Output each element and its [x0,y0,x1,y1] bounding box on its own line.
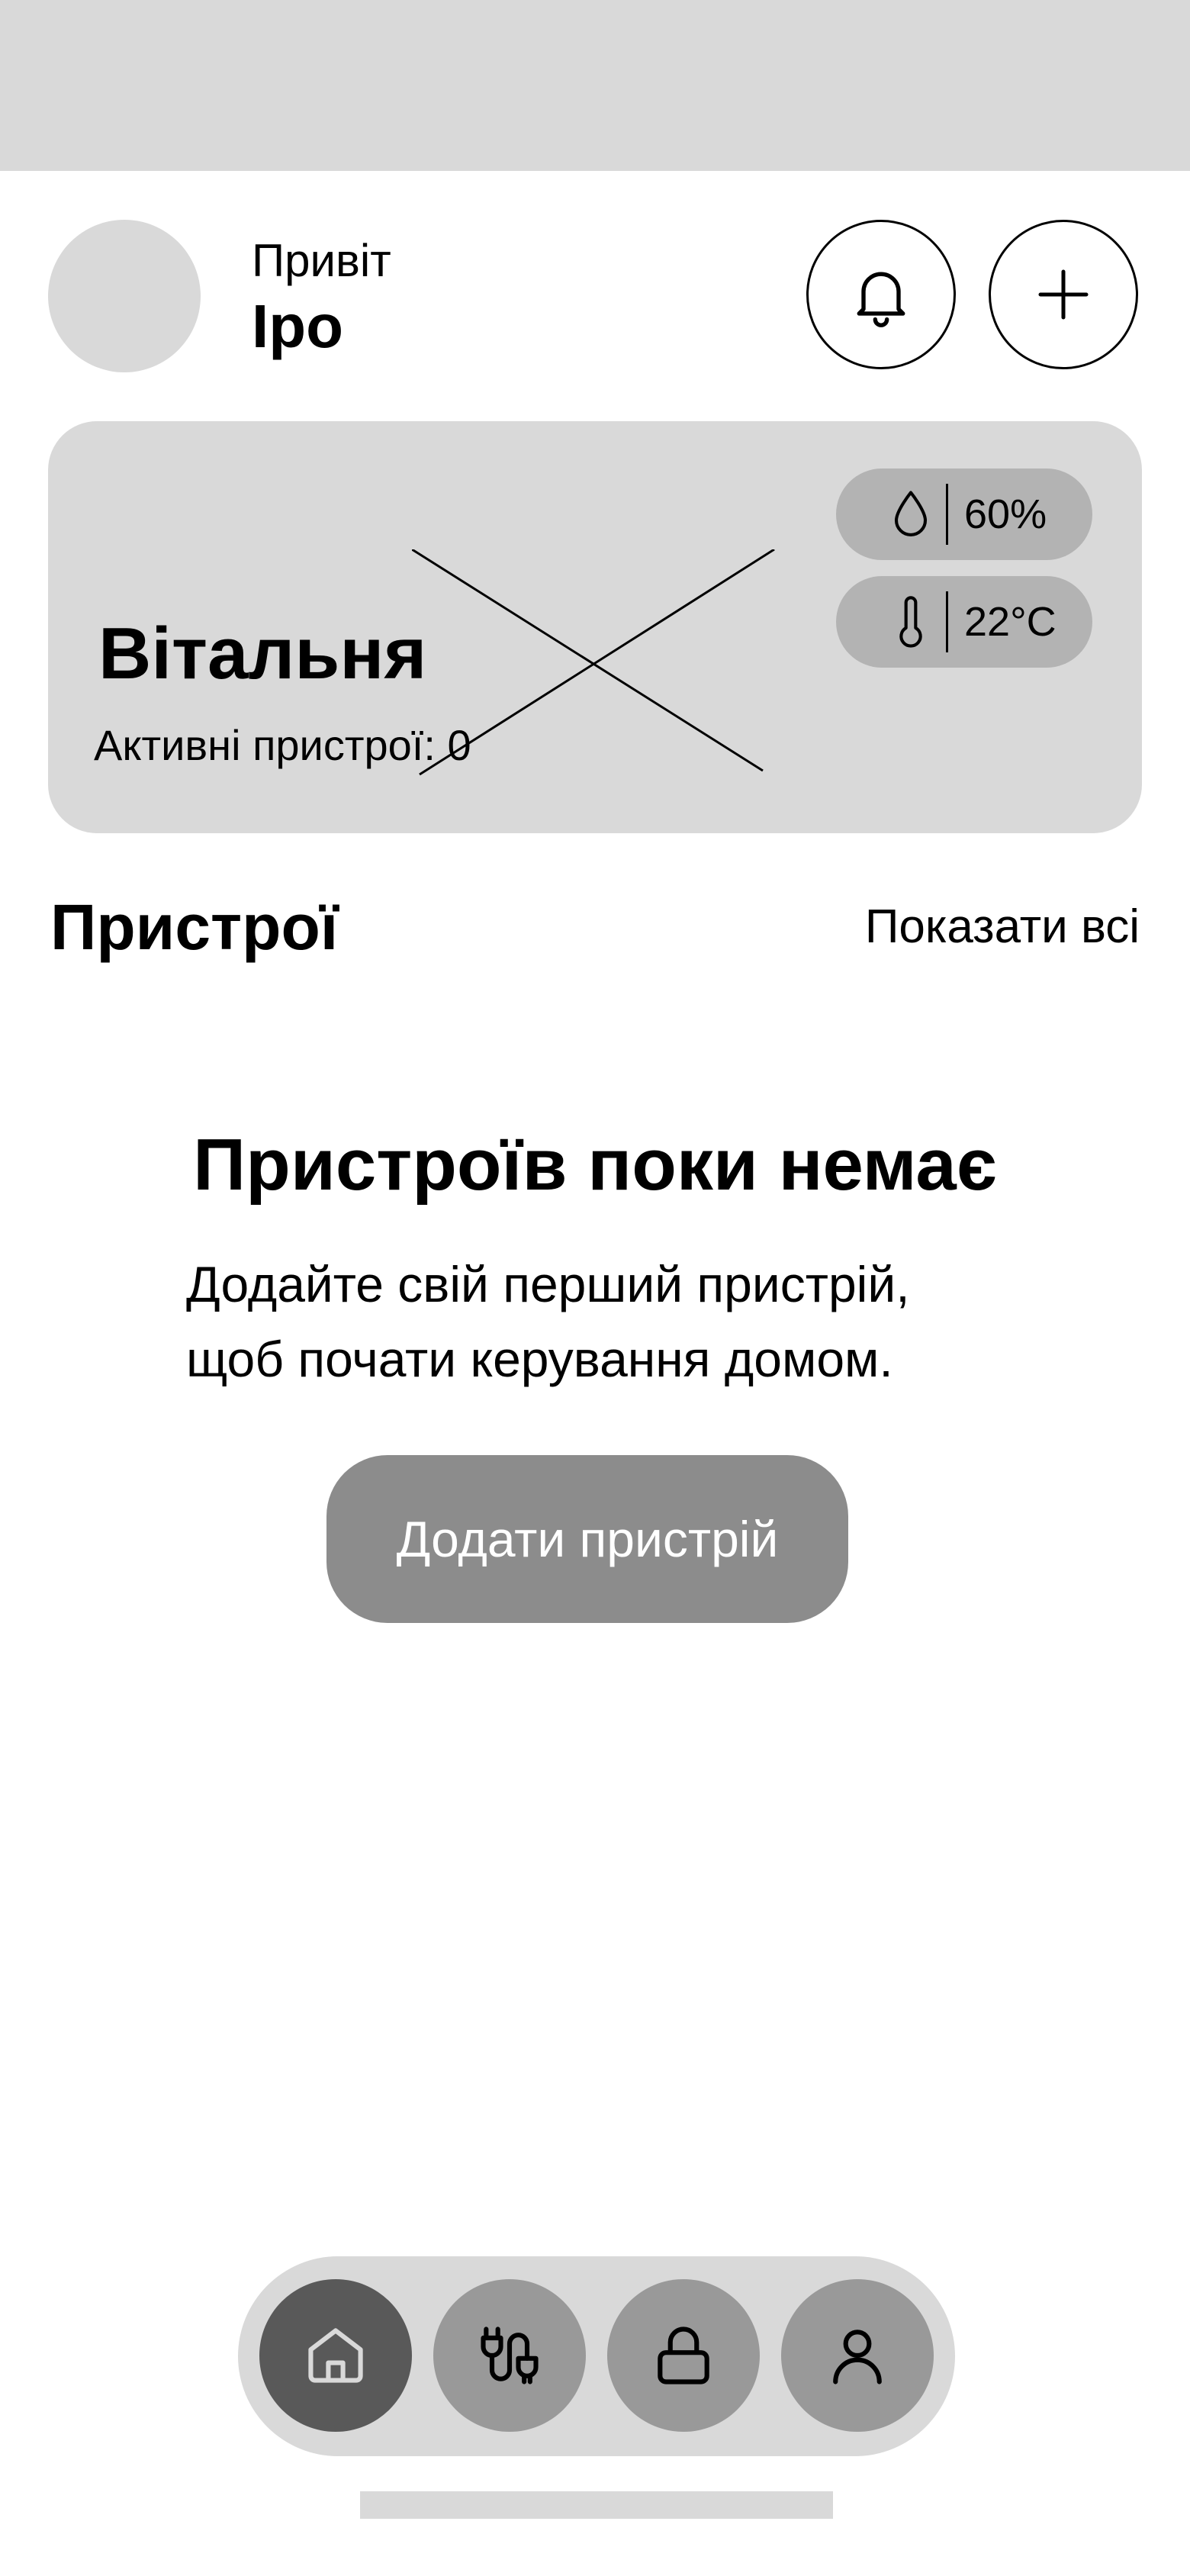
droplet-icon [894,491,928,536]
empty-state-line: щоб почати керування домом. [186,1331,893,1387]
pill-divider [946,484,948,545]
nav-security-button[interactable] [607,2279,760,2432]
devices-section-title: Пристрої [50,891,339,963]
show-all-link[interactable]: Показати всі [865,893,1140,961]
humidity-badge: 60% [836,469,1092,560]
room-card[interactable]: Вітальня Активні пристрої: 0 60% 22°C [48,421,1142,833]
add-button[interactable] [989,220,1138,369]
home-icon [308,2328,363,2383]
username: Іро [252,292,343,360]
temperature-badge: 22°C [836,576,1092,668]
bottom-navigation [238,2256,955,2456]
plug-icon [481,2326,539,2384]
room-name: Вітальня [98,613,427,694]
plus-icon [1038,269,1089,320]
active-devices-count: Активні пристрої: 0 [94,721,471,769]
thermometer-icon [899,596,922,648]
greeting-text: Привіт [252,235,391,286]
bell-icon [857,272,905,327]
lock-icon [658,2326,709,2384]
humidity-value: 60% [964,491,1047,537]
nav-home-button[interactable] [259,2279,412,2432]
empty-state-title: Пристроїв поки немає [193,1124,997,1206]
nav-devices-button[interactable] [433,2279,586,2432]
temperature-value: 22°C [964,599,1057,645]
add-device-button[interactable]: Додати пристрій [326,1455,848,1623]
avatar[interactable] [48,220,201,372]
home-indicator [360,2491,833,2519]
user-icon [833,2330,882,2384]
status-bar [0,0,1190,171]
nav-profile-button[interactable] [781,2279,934,2432]
empty-state-description: Додайте свій перший пристрій, щоб почати… [186,1247,1025,1396]
empty-state-line: Додайте свій перший пристрій, [186,1256,910,1312]
notifications-button[interactable] [806,220,956,369]
pill-divider [946,591,948,652]
